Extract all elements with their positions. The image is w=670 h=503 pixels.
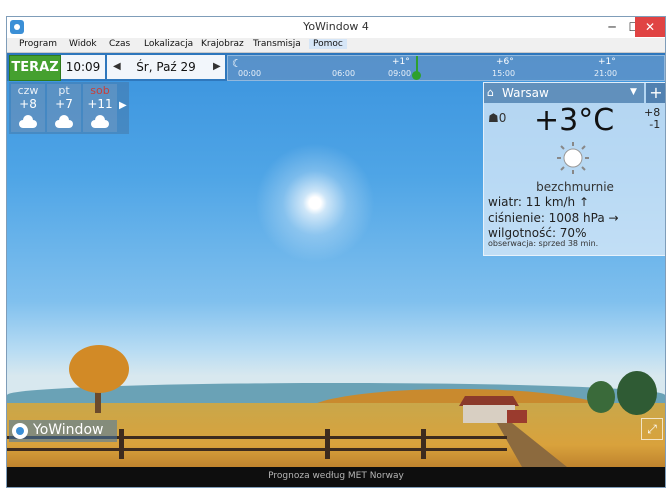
pressure-info: ciśnienie: 1008 hPa → [488,211,619,225]
now-button[interactable]: TERAZ [9,55,61,81]
fence-post [119,429,124,459]
top-toolbar: TERAZ 10:09 ◀ Śr, Paź 29 ▶ ☾ 00:00 06:00… [7,53,665,81]
forecast-temp: +11 [87,97,113,111]
add-location-button[interactable]: + [646,83,665,103]
timeline-hour: 09:00 [388,69,412,78]
forecast-day-name: sob [90,84,110,97]
menu-location[interactable]: Lokalizacja [144,39,193,49]
time-slider-handle[interactable] [412,71,421,80]
person-icon: ☗ [488,111,499,125]
sun-icon [557,142,589,174]
feels-like-temp: ☗0 [488,111,506,125]
chevron-down-icon[interactable]: ▼ [630,87,637,97]
barn [507,410,527,423]
close-button[interactable]: ✕ [635,17,665,37]
current-time[interactable]: 10:09 [61,55,105,79]
temp-low: -1 [649,118,661,131]
fence-post [421,429,426,459]
sun [255,143,375,263]
forecast-day[interactable]: czw +8 [11,84,45,132]
forecast-day[interactable]: pt +7 [47,84,81,132]
location-selector[interactable]: ⌂ Warsaw ▼ [484,83,644,103]
menu-landscape[interactable]: Krajobraz [201,39,244,49]
cloud-icon [19,115,37,128]
cloud-icon [55,115,73,128]
orange-tree [69,345,129,393]
timeline-hour: 15:00 [492,69,516,78]
forecast-day[interactable]: sob +11 [83,84,117,132]
timeline-hour: 21:00 [594,69,618,78]
feels-like-value: 0 [498,111,507,125]
app-window: YoWindow 4 ─ ☐ ✕ Program Widok Czas Loka… [6,16,666,488]
logo-text: YoWindow [33,422,104,438]
prev-day-button[interactable]: ◀ [113,55,121,79]
weather-scene: TERAZ 10:09 ◀ Śr, Paź 29 ▶ ☾ 00:00 06:00… [7,53,665,467]
timeline-temp: +6° [496,57,514,67]
location-name: Warsaw [502,86,549,100]
forecast-more-arrow-icon[interactable]: ▶ [119,100,127,111]
menu-help[interactable]: Pomoc [309,39,347,49]
wind-info: wiatr: 11 km/h ↑ [488,195,590,209]
fence-post [325,429,330,459]
temp-range: +8 -1 [644,107,660,131]
forecast-source: Prognoza według MET Norway [268,471,404,481]
menu-view[interactable]: Widok [69,39,97,49]
weather-condition: bezchmurnie [536,180,614,194]
observation-time: obserwacja: sprzed 38 min. [488,239,599,248]
menu-bar: Program Widok Czas Lokalizacja Krajobraz… [7,38,665,53]
timeline-temp: +1° [598,57,616,67]
minimize-button[interactable]: ─ [601,17,623,37]
status-bar: Prognoza według MET Norway [7,467,665,487]
timeline-hour: 00:00 [238,69,262,78]
window-title: YoWindow 4 [303,20,369,33]
forecast-temp: +8 [19,97,37,111]
current-weather-panel: ⌂ Warsaw ▼ + ☗0 +3°C +8 -1 bezchmurnie w… [483,82,665,256]
next-day-button[interactable]: ▶ [213,55,221,79]
forecast-temp: +7 [55,97,73,111]
date-navigator: ◀ Śr, Paź 29 ▶ [107,55,225,79]
timeline-temp: +1° [392,57,410,67]
evergreen-tree-small [587,381,615,413]
current-date: Śr, Paź 29 [136,60,196,74]
daily-forecast: czw +8 pt +7 sob +11 ▶ [9,82,129,134]
menu-program[interactable]: Program [19,39,57,49]
home-icon: ⌂ [487,86,494,99]
forecast-day-name: czw [17,84,39,97]
time-slider[interactable]: ☾ 00:00 06:00 09:00 15:00 21:00 +1° +6° … [227,55,665,81]
humidity-info: wilgotność: 70% [488,226,587,240]
menu-broadcast[interactable]: Transmisja [253,39,301,49]
current-temperature: +3°C [534,103,615,138]
timeline-hour: 06:00 [332,69,356,78]
fence-rail-lower [7,448,507,451]
fullscreen-icon[interactable]: ⤢ [641,418,663,440]
logo-icon [12,423,28,439]
title-bar: YoWindow 4 ─ ☐ ✕ [7,17,665,38]
cloud-icon [91,115,109,128]
yowindow-logo[interactable]: YoWindow [9,420,117,442]
menu-time[interactable]: Czas [109,39,130,49]
evergreen-tree [617,371,657,415]
forecast-day-name: pt [58,84,70,97]
